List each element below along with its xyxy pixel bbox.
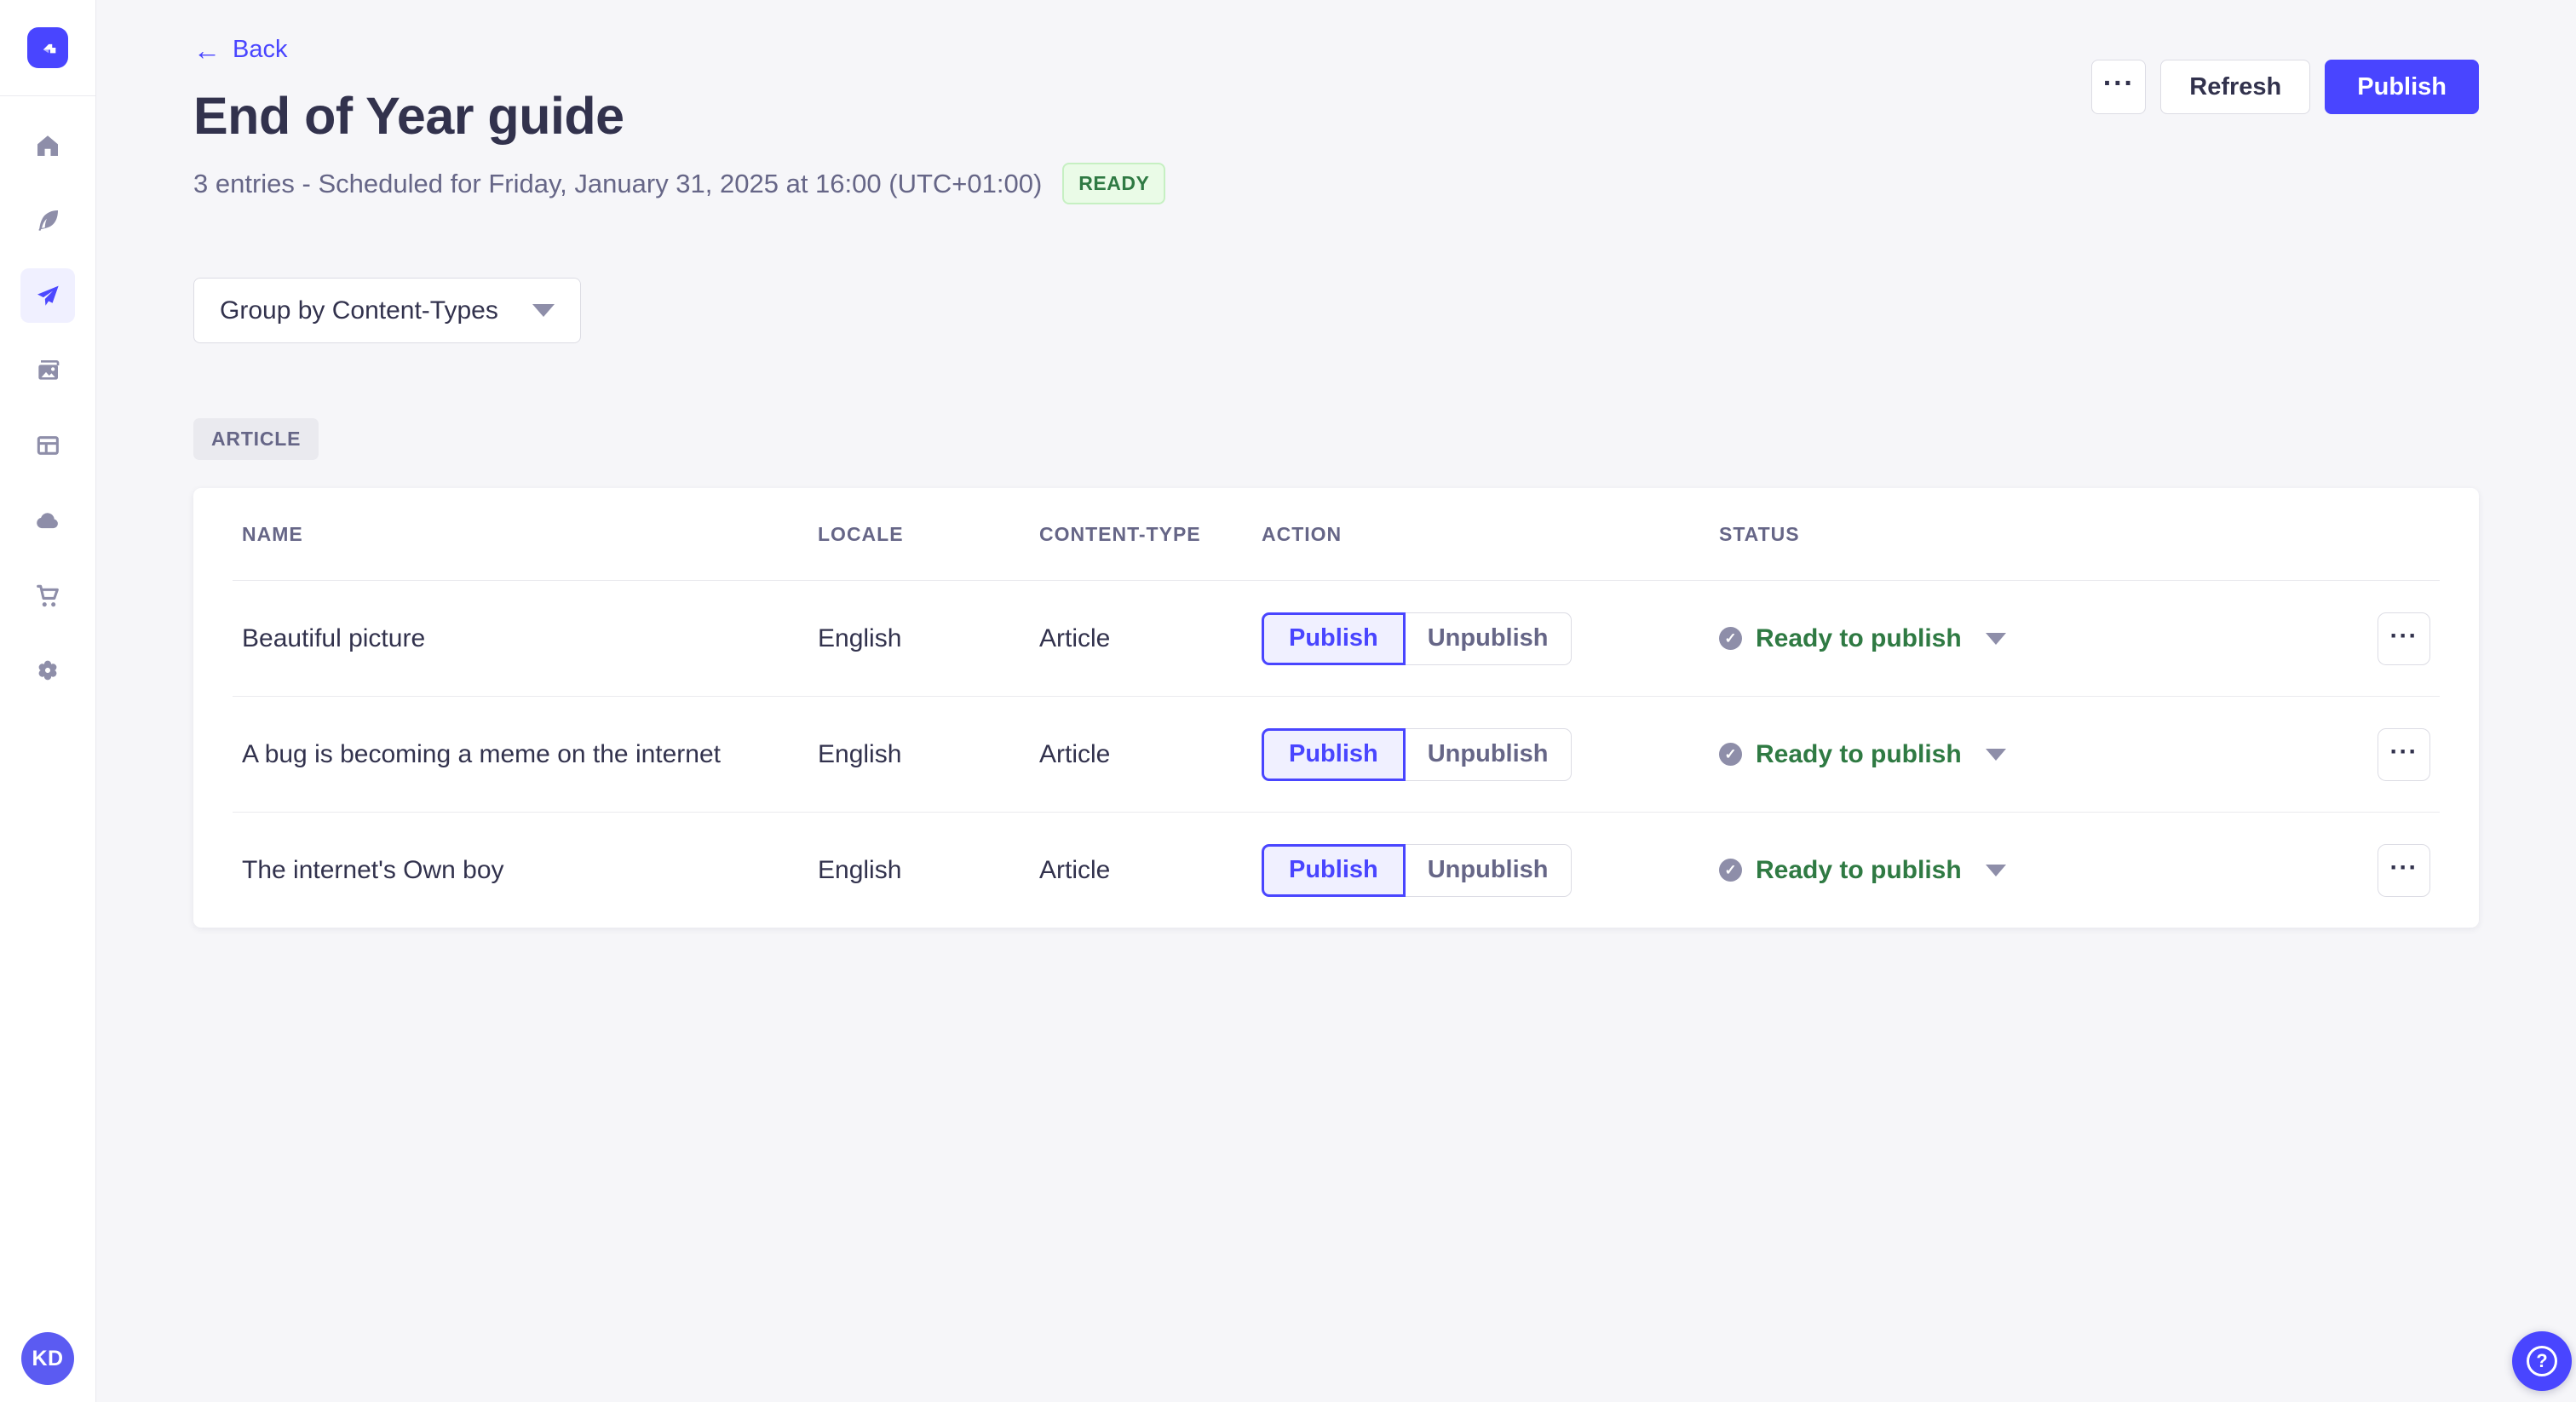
sidebar-nav: [20, 118, 75, 698]
entry-status: ✓ Ready to publish: [1719, 856, 2328, 885]
entry-status: ✓ Ready to publish: [1719, 740, 2328, 769]
row-more-button[interactable]: ···: [2378, 612, 2430, 665]
entry-content-type: Article: [1039, 739, 1111, 768]
status-label: Ready to publish: [1756, 623, 1962, 652]
group-by-value: Group by Content-Types: [220, 296, 498, 325]
header-actions: ··· Refresh Publish: [2091, 60, 2479, 114]
main-content: ← Back End of Year guide 3 entries - Sch…: [96, 0, 2576, 1402]
check-circle-icon: ✓: [1719, 743, 1742, 766]
publish-release-button[interactable]: Publish: [2325, 60, 2479, 114]
back-label: Back: [233, 36, 288, 63]
table-row: A bug is becoming a meme on the internet…: [193, 697, 2479, 812]
content-type-group-tag: ARTICLE: [193, 418, 319, 460]
status-badge: READY: [1062, 163, 1166, 204]
sidebar-item-settings[interactable]: [20, 643, 75, 698]
sidebar-item-content-manager[interactable]: [20, 193, 75, 248]
strapi-logo[interactable]: [27, 27, 68, 68]
column-header-action: ACTION: [1262, 522, 1343, 545]
paper-plane-icon: [37, 285, 59, 306]
entry-locale: English: [818, 739, 902, 768]
sidebar-item-home[interactable]: [20, 118, 75, 173]
check-circle-icon: ✓: [1719, 627, 1742, 650]
column-header-locale: LOCALE: [818, 522, 904, 545]
sidebar-item-deploy[interactable]: [20, 493, 75, 548]
status-chevron-down-icon[interactable]: [1985, 632, 2006, 645]
feather-icon: [38, 210, 58, 231]
subtitle-row: 3 entries - Scheduled for Friday, Januar…: [193, 163, 2479, 204]
cart-icon: [37, 584, 59, 607]
back-arrow-icon: ←: [193, 34, 221, 66]
entry-name: Beautiful picture: [242, 623, 426, 652]
images-icon: [38, 360, 60, 380]
sidebar-item-media-library[interactable]: [20, 343, 75, 398]
question-icon: ?: [2527, 1346, 2557, 1376]
status-chevron-down-icon[interactable]: [1985, 748, 2006, 761]
page-header: ← Back End of Year guide 3 entries - Sch…: [193, 0, 2479, 204]
group-by-select[interactable]: Group by Content-Types: [193, 278, 581, 343]
entry-content-type: Article: [1039, 855, 1111, 884]
publish-toggle-button[interactable]: Publish: [1262, 612, 1406, 665]
entry-name: A bug is becoming a meme on the internet: [242, 739, 722, 768]
layout-icon: [37, 436, 59, 455]
table-header-row: NAME LOCALE CONTENT-TYPE ACTION STATUS: [193, 488, 2479, 580]
column-header-name: NAME: [242, 522, 303, 545]
entry-locale: English: [818, 855, 902, 884]
user-avatar[interactable]: KD: [21, 1332, 74, 1385]
status-label: Ready to publish: [1756, 855, 1962, 884]
sidebar-item-marketplace[interactable]: [20, 568, 75, 623]
entry-locale: English: [818, 623, 902, 652]
refresh-button[interactable]: Refresh: [2160, 60, 2311, 114]
entry-content-type: Article: [1039, 623, 1111, 652]
publish-toggle-button[interactable]: Publish: [1262, 727, 1406, 781]
table-row: The internet's Own boy English Article P…: [193, 813, 2479, 928]
unpublish-toggle-button[interactable]: Unpublish: [1405, 727, 1572, 781]
column-header-status: STATUS: [1719, 522, 1800, 545]
action-toggle: Publish Unpublish: [1262, 612, 1719, 665]
release-more-button[interactable]: ···: [2091, 60, 2147, 114]
row-more-button[interactable]: ···: [2378, 727, 2430, 781]
unpublish-toggle-button[interactable]: Unpublish: [1405, 843, 1572, 897]
home-icon: [37, 135, 58, 156]
action-toggle: Publish Unpublish: [1262, 727, 1719, 781]
column-header-content-type: CONTENT-TYPE: [1039, 522, 1201, 545]
action-toggle: Publish Unpublish: [1262, 843, 1719, 897]
sidebar-item-content-type-builder[interactable]: [20, 418, 75, 473]
entry-name: The internet's Own boy: [242, 855, 504, 884]
strapi-logo-icon: [43, 43, 56, 54]
status-label: Ready to publish: [1756, 739, 1962, 768]
sidebar: KD: [0, 0, 96, 1402]
cloud-icon: [37, 513, 58, 529]
row-more-button[interactable]: ···: [2378, 843, 2430, 897]
gear-icon: [38, 660, 57, 681]
logo-container: [0, 0, 95, 96]
unpublish-toggle-button[interactable]: Unpublish: [1405, 612, 1572, 665]
entry-status: ✓ Ready to publish: [1719, 624, 2328, 653]
back-link[interactable]: ← Back: [193, 36, 287, 64]
help-button[interactable]: ?: [2512, 1331, 2572, 1391]
chevron-down-icon: [532, 304, 555, 317]
publish-toggle-button[interactable]: Publish: [1262, 843, 1406, 897]
table-row: Beautiful picture English Article Publis…: [193, 581, 2479, 696]
check-circle-icon: ✓: [1719, 859, 1742, 882]
status-chevron-down-icon[interactable]: [1985, 864, 2006, 876]
sidebar-item-releases[interactable]: [20, 268, 75, 323]
release-schedule-text: 3 entries - Scheduled for Friday, Januar…: [193, 168, 1043, 198]
entries-table-card: NAME LOCALE CONTENT-TYPE ACTION STATUS B…: [193, 488, 2479, 928]
